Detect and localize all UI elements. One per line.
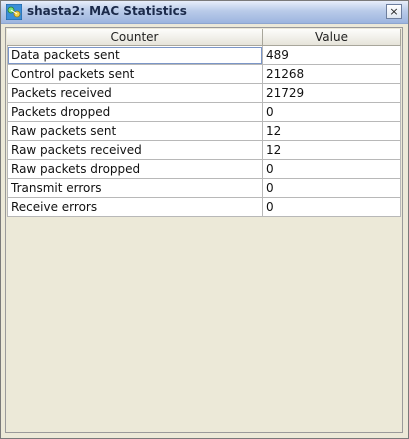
value-cell[interactable]: 0 [263, 179, 401, 198]
counter-cell[interactable]: Raw packets sent [7, 122, 263, 141]
table-row[interactable]: Packets received 21729 [7, 84, 401, 103]
counter-cell[interactable]: Receive errors [7, 198, 263, 217]
column-header-counter[interactable]: Counter [7, 29, 263, 46]
counter-cell[interactable]: Packets dropped [7, 103, 263, 122]
value-cell[interactable]: 0 [263, 198, 401, 217]
column-header-value[interactable]: Value [263, 29, 401, 46]
counter-cell[interactable]: Control packets sent [7, 65, 263, 84]
title-bar[interactable]: shasta2: MAC Statistics × [1, 1, 408, 24]
statistics-table[interactable]: Counter Value Data packets sent 489 Cont… [7, 29, 401, 431]
table-row[interactable]: Raw packets received 12 [7, 141, 401, 160]
window-title: shasta2: MAC Statistics [27, 4, 187, 18]
counter-cell[interactable]: Raw packets received [7, 141, 263, 160]
network-app-icon [6, 4, 22, 20]
value-cell[interactable]: 12 [263, 141, 401, 160]
counter-cell[interactable]: Packets received [7, 84, 263, 103]
table-row[interactable]: Receive errors 0 [7, 198, 401, 217]
table-header: Counter Value [7, 29, 401, 46]
table-body: Data packets sent 489 Control packets se… [7, 46, 401, 217]
table-panel: Counter Value Data packets sent 489 Cont… [5, 27, 403, 433]
value-cell[interactable]: 489 [263, 46, 401, 65]
mac-statistics-window: shasta2: MAC Statistics × Counter Value … [0, 0, 409, 439]
table-row[interactable]: Data packets sent 489 [7, 46, 401, 65]
table-row[interactable]: Raw packets dropped 0 [7, 160, 401, 179]
table-row[interactable]: Raw packets sent 12 [7, 122, 401, 141]
close-button[interactable]: × [386, 4, 402, 19]
counter-cell[interactable]: Transmit errors [7, 179, 263, 198]
value-cell[interactable]: 21268 [263, 65, 401, 84]
table-row[interactable]: Transmit errors 0 [7, 179, 401, 198]
value-cell[interactable]: 0 [263, 103, 401, 122]
counter-cell[interactable]: Data packets sent [7, 46, 263, 65]
value-cell[interactable]: 21729 [263, 84, 401, 103]
value-cell[interactable]: 12 [263, 122, 401, 141]
value-cell[interactable]: 0 [263, 160, 401, 179]
counter-cell[interactable]: Raw packets dropped [7, 160, 263, 179]
table-row[interactable]: Packets dropped 0 [7, 103, 401, 122]
table-row[interactable]: Control packets sent 21268 [7, 65, 401, 84]
